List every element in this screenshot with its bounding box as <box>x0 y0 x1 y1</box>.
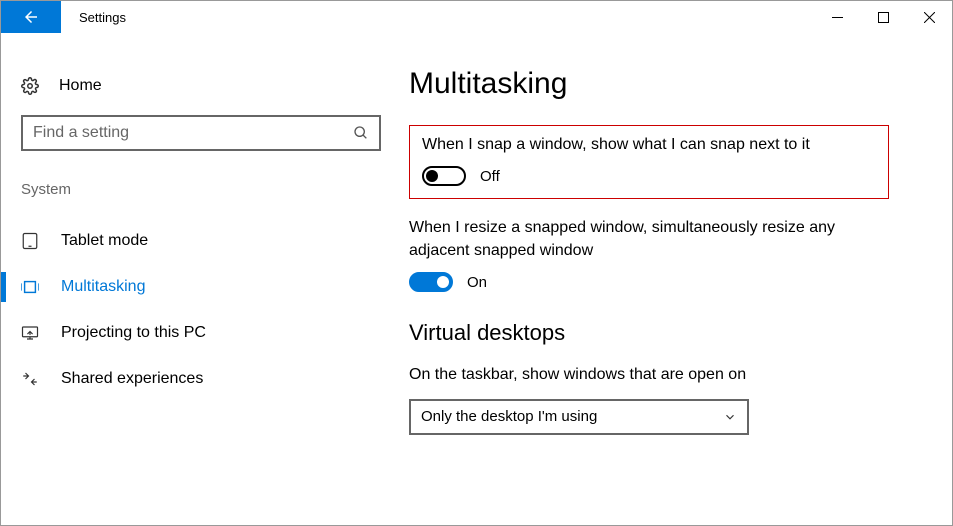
subheading-virtual-desktops: Virtual desktops <box>409 320 912 346</box>
toggle-resize-adjacent[interactable] <box>409 272 453 292</box>
setting-label-taskbar: On the taskbar, show windows that are op… <box>409 364 912 386</box>
arrow-left-icon <box>22 8 40 26</box>
back-button[interactable] <box>1 1 61 33</box>
section-label: System <box>1 181 401 198</box>
sidebar-item-projecting[interactable]: Projecting to this PC <box>1 310 401 356</box>
toggle-state: On <box>467 274 487 291</box>
minimize-icon <box>832 12 843 23</box>
maximize-button[interactable] <box>860 1 906 33</box>
window-title: Settings <box>61 1 814 33</box>
sidebar-item-multitasking[interactable]: Multitasking <box>1 264 401 310</box>
minimize-button[interactable] <box>814 1 860 33</box>
chevron-down-icon <box>723 410 737 424</box>
toggle-row: On <box>409 272 889 292</box>
gear-icon <box>21 77 39 95</box>
window-controls <box>814 1 952 33</box>
multitasking-icon <box>21 278 39 296</box>
home-button[interactable]: Home <box>1 73 401 95</box>
sidebar-item-label: Tablet mode <box>61 232 148 250</box>
titlebar: Settings <box>1 1 952 33</box>
sidebar-item-label: Shared experiences <box>61 370 203 388</box>
dropdown-taskbar-windows[interactable]: Only the desktop I'm using <box>409 399 749 435</box>
setting-label: When I resize a snapped window, simultan… <box>409 217 889 262</box>
sidebar-item-label: Multitasking <box>61 278 145 296</box>
sidebar-item-shared-experiences[interactable]: Shared experiences <box>1 356 401 402</box>
search-input[interactable] <box>33 124 353 142</box>
toggle-row: Off <box>422 166 876 186</box>
close-icon <box>924 12 935 23</box>
toggle-state: Off <box>480 168 500 185</box>
page-title: Multitasking <box>409 67 912 101</box>
search-icon <box>353 125 369 141</box>
sidebar-item-label: Projecting to this PC <box>61 324 206 342</box>
content: Multitasking When I snap a window, show … <box>401 33 952 525</box>
shared-icon <box>21 370 39 388</box>
sidebar: Home System Tablet mode Multitasking <box>1 33 401 525</box>
projecting-icon <box>21 324 39 342</box>
dropdown-value: Only the desktop I'm using <box>421 408 597 425</box>
toggle-knob <box>437 276 449 288</box>
search-box[interactable] <box>21 115 381 151</box>
setting-resize-adjacent: When I resize a snapped window, simultan… <box>409 217 889 292</box>
setting-label: When I snap a window, show what I can sn… <box>422 134 876 156</box>
maximize-icon <box>878 12 889 23</box>
setting-snap-assist: When I snap a window, show what I can sn… <box>409 125 889 199</box>
main: Home System Tablet mode Multitasking <box>1 33 952 525</box>
toggle-snap-assist[interactable] <box>422 166 466 186</box>
sidebar-item-tablet-mode[interactable]: Tablet mode <box>1 218 401 264</box>
close-button[interactable] <box>906 1 952 33</box>
home-label: Home <box>59 77 102 95</box>
tablet-icon <box>21 232 39 250</box>
toggle-knob <box>426 170 438 182</box>
